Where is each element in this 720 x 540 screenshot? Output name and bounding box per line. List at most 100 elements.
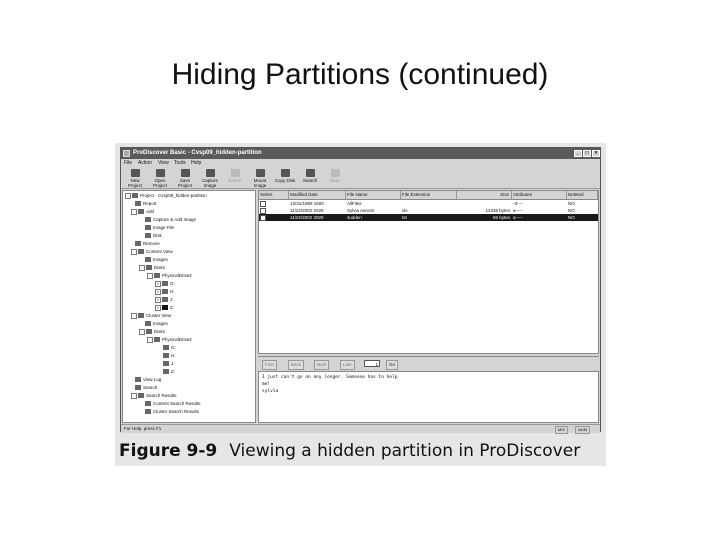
back-button[interactable]: Back	[288, 360, 305, 370]
disks-icon	[146, 329, 152, 335]
collapse-icon[interactable]: -	[131, 392, 137, 399]
row-checkbox[interactable]	[259, 200, 289, 207]
column-header-modified[interactable]: Modified Date	[289, 191, 346, 199]
export-button[interactable]: Export	[223, 169, 247, 187]
collapse-icon[interactable]: -	[147, 336, 153, 343]
tree-item-image-file[interactable]: Image File	[145, 224, 174, 231]
export-icon	[230, 169, 240, 177]
disk-icon	[145, 233, 151, 239]
checkbox-icon[interactable]	[260, 200, 266, 207]
column-header-select[interactable]: Select	[259, 191, 289, 199]
menu-action[interactable]: Action	[138, 159, 152, 167]
menu-help[interactable]: Help	[191, 159, 201, 167]
tree-item-drive-h[interactable]: + H:	[155, 288, 175, 295]
app-icon	[123, 150, 130, 157]
tree-item-report[interactable]: Report	[135, 200, 157, 207]
checkbox-icon[interactable]	[260, 207, 266, 214]
tree-item-cluster-physical-drive[interactable]: - PhysicalDrive2	[147, 336, 192, 343]
tree-item-images[interactable]: Images	[145, 256, 168, 263]
new-project-button[interactable]: New Project	[123, 169, 147, 188]
tree-item-cluster-drive-h[interactable]: H:	[163, 352, 176, 359]
tree-item-cluster-drive-z[interactable]: Z:	[163, 368, 175, 375]
tree-item-cluster-images[interactable]: Images	[145, 320, 168, 327]
tree-item-cluster-drive-g[interactable]: G:	[163, 344, 176, 351]
menu-tools[interactable]: Tools	[174, 159, 186, 167]
row-checkbox[interactable]	[259, 214, 289, 221]
table-row[interactable]: 11/22/2002 2028 Sylvia Aarons xls 14336 …	[259, 207, 598, 214]
row-checkbox[interactable]	[259, 207, 289, 214]
menu-view[interactable]: View	[158, 159, 169, 167]
drive-icon	[163, 353, 169, 359]
menu-file[interactable]: File	[124, 159, 132, 167]
tree-item-cluster-disks[interactable]: - Disks	[139, 328, 165, 335]
mount-image-button[interactable]: Mount Image	[248, 169, 272, 188]
cell-extension: xls	[402, 208, 408, 213]
go-button[interactable]: Go	[386, 360, 399, 370]
checkbox-icon[interactable]	[260, 214, 266, 221]
project-tree[interactable]: - Project - Cvsp09_hidden-partition Repor…	[122, 190, 256, 423]
tree-item-add[interactable]: - Add	[131, 208, 154, 215]
tree-item-cluster-view[interactable]: - Cluster View	[131, 312, 171, 319]
column-header-extension[interactable]: File Extension	[401, 191, 457, 199]
next-button[interactable]: Next	[314, 360, 330, 370]
tree-item-cluster-search-results[interactable]: Cluster Search Results	[145, 408, 199, 415]
cell-attributes: -d----	[513, 201, 523, 206]
table-row-selected[interactable]: 11/22/2002 2029 sudden txt 65 bytes a---…	[259, 214, 598, 221]
tree-item-physical-drive[interactable]: - PhysicalDrive2	[147, 272, 192, 279]
stop-button[interactable]: Stop	[323, 169, 347, 187]
cell-extension: txt	[402, 215, 407, 220]
tree-item-search-results[interactable]: - Search Results	[131, 392, 177, 399]
expand-icon[interactable]: +	[155, 288, 161, 295]
tree-item-disk[interactable]: Disk	[145, 232, 162, 239]
collapse-icon[interactable]: -	[125, 192, 131, 199]
column-header-attributes[interactable]: Attributes	[512, 191, 567, 199]
content-line: sylvia	[262, 389, 279, 394]
tree-item-project[interactable]: - Project - Cvsp09_hidden-partition	[125, 192, 207, 199]
tree-item-search[interactable]: Search	[135, 384, 157, 391]
drive-icon	[162, 281, 168, 287]
maximize-icon[interactable]: □	[583, 150, 591, 157]
collapse-icon[interactable]: -	[131, 208, 137, 215]
close-icon[interactable]: ×	[592, 150, 600, 157]
column-header-file-name[interactable]: File Name	[346, 191, 401, 199]
search-icon	[135, 385, 141, 391]
collapse-icon[interactable]: -	[139, 328, 145, 335]
minimize-icon[interactable]: _	[574, 150, 582, 157]
table-row[interactable]: 12/31/1969 1600 AllFiles -d---- NO	[259, 200, 598, 207]
tree-item-drive-g[interactable]: + G:	[155, 280, 175, 287]
tree-item-capture-add-image[interactable]: Capture & Add Image	[145, 216, 196, 223]
expand-icon[interactable]: +	[155, 296, 161, 303]
collapse-icon[interactable]: -	[139, 264, 145, 271]
save-project-button[interactable]: Save Project	[173, 169, 197, 188]
column-header-size[interactable]: Size	[457, 191, 512, 199]
tree-item-remove[interactable]: Remove	[135, 240, 160, 247]
expand-icon[interactable]: +	[155, 304, 161, 311]
expand-icon[interactable]: +	[155, 280, 161, 287]
cluster-search-results-icon	[145, 409, 151, 415]
tree-item-drive-z[interactable]: + Z:	[155, 304, 174, 311]
capture-image-button[interactable]: Capture Image	[198, 169, 222, 188]
cell-modified: 11/22/2002 2029	[290, 215, 324, 220]
page-number-input[interactable]: 1	[364, 360, 380, 367]
tree-item-disks[interactable]: - Disks	[139, 264, 165, 271]
first-button[interactable]: First	[262, 360, 277, 370]
collapse-icon[interactable]: -	[131, 312, 137, 319]
tree-item-view-log[interactable]: View Log	[135, 376, 161, 383]
view-log-icon	[135, 377, 141, 383]
file-content-viewer[interactable]: I just can't go on any longer. Someone h…	[258, 371, 599, 423]
title-bar[interactable]: ProDiscover Basic - Cvsp09_hidden-partit…	[121, 148, 600, 159]
column-header-deleted[interactable]: Deleted	[567, 191, 598, 199]
tree-item-content-view[interactable]: - Content View	[131, 248, 173, 255]
content-search-results-icon	[145, 401, 151, 407]
collapse-icon[interactable]: -	[147, 272, 153, 279]
tree-item-cluster-drive-j[interactable]: J:	[163, 360, 175, 367]
search-button[interactable]: Search	[298, 169, 322, 187]
copy-disk-button[interactable]: Copy Disk	[273, 169, 297, 187]
collapse-icon[interactable]: -	[131, 248, 137, 255]
content-line: I just can't go on any longer. Someone h…	[262, 375, 398, 380]
open-project-button[interactable]: Open Project	[148, 169, 172, 188]
tree-item-content-search-results[interactable]: Content Search Results	[145, 400, 201, 407]
new-project-icon	[130, 169, 140, 177]
tree-item-drive-j[interactable]: + J:	[155, 296, 174, 303]
last-button[interactable]: Last	[340, 360, 355, 370]
